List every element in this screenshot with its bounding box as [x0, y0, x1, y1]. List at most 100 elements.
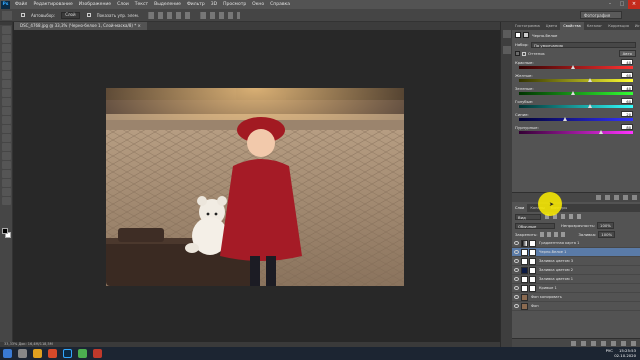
menu-3d[interactable]: 3D: [211, 0, 217, 9]
slider-value-input[interactable]: 60: [621, 72, 633, 78]
auto-button[interactable]: Авто: [618, 50, 636, 57]
visibility-icon[interactable]: [623, 195, 628, 200]
shape-tool-icon[interactable]: [2, 179, 11, 187]
folder-icon[interactable]: [611, 341, 616, 346]
layer-row[interactable]: Заливка цветом 2: [512, 266, 640, 275]
slider-value-input[interactable]: 60: [621, 98, 633, 104]
layer-kind-dropdown[interactable]: Вид: [515, 213, 541, 220]
slider-handle[interactable]: [562, 117, 567, 121]
document-tab[interactable]: DSC_4768.jpg @ 33,3% (Черно-белое 1, Сло…: [14, 22, 147, 30]
slider-track[interactable]: [519, 78, 633, 82]
reset-icon[interactable]: [614, 195, 619, 200]
slider-value-input[interactable]: 40: [621, 59, 633, 65]
eye-icon[interactable]: [514, 286, 519, 290]
type-tool-icon[interactable]: [2, 161, 11, 169]
layer-mask-thumbnail[interactable]: [529, 239, 536, 247]
trash-icon[interactable]: [631, 341, 636, 346]
preset-dropdown[interactable]: По умолчанию: [531, 41, 636, 48]
hand-tool-icon[interactable]: [2, 188, 11, 196]
tab-properties[interactable]: Свойства: [560, 22, 584, 30]
layer-row[interactable]: Градиентная карта 1: [512, 239, 640, 248]
slider-handle[interactable]: [587, 104, 592, 108]
clone-stamp-tool-icon[interactable]: [2, 98, 11, 106]
menu-edit[interactable]: Редактирование: [33, 0, 72, 9]
layer-row[interactable]: Черно-белое 1: [512, 248, 640, 257]
history-brush-tool-icon[interactable]: [2, 107, 11, 115]
layer-mask-thumbnail[interactable]: [529, 257, 536, 265]
maximize-icon[interactable]: □: [616, 0, 628, 9]
new-adjustment-icon[interactable]: [601, 341, 606, 346]
layer-mask-thumbnail[interactable]: [529, 284, 536, 292]
new-layer-icon[interactable]: [621, 341, 626, 346]
recorder-icon[interactable]: [93, 349, 102, 358]
close-icon[interactable]: ×: [628, 0, 640, 9]
autoselect-dropdown[interactable]: Слой: [61, 11, 80, 19]
slider-handle[interactable]: [570, 91, 575, 95]
menu-filter[interactable]: Фильтр: [187, 0, 205, 9]
actions-panel-icon[interactable]: [503, 46, 511, 54]
autoselect-checkbox[interactable]: [21, 13, 25, 17]
tab-history[interactable]: История: [632, 22, 640, 30]
link-icon[interactable]: [571, 341, 576, 346]
blend-mode-dropdown[interactable]: Обычные: [515, 222, 555, 229]
app-icon[interactable]: [78, 349, 87, 358]
trash-icon[interactable]: [632, 195, 637, 200]
language-indicator[interactable]: РУС: [606, 348, 613, 353]
layer-mask-thumbnail[interactable]: [529, 266, 536, 274]
minimize-icon[interactable]: –: [604, 0, 616, 9]
menu-image[interactable]: Изображение: [79, 0, 111, 9]
menu-window[interactable]: Окно: [252, 0, 264, 9]
slider-handle[interactable]: [570, 65, 575, 69]
eye-icon[interactable]: [514, 295, 519, 299]
layer-row[interactable]: Кривые 1: [512, 284, 640, 293]
opacity-input[interactable]: 100%: [597, 222, 614, 229]
tab-library[interactable]: Каталог: [584, 22, 605, 30]
add-mask-icon[interactable]: [591, 341, 596, 346]
eye-icon[interactable]: [514, 241, 519, 245]
history-panel-icon[interactable]: [503, 30, 511, 38]
eye-icon[interactable]: [514, 304, 519, 308]
workspace-dropdown[interactable]: Фотография: [580, 11, 622, 19]
fx-icon[interactable]: [581, 341, 586, 346]
show-controls-checkbox[interactable]: [86, 13, 91, 17]
zoom-tool-icon[interactable]: [2, 197, 11, 205]
align-icons[interactable]: [148, 11, 195, 19]
move-tool-icon[interactable]: [2, 10, 12, 20]
marquee-tool-icon[interactable]: [2, 35, 11, 43]
start-icon[interactable]: [3, 349, 12, 358]
layer-row[interactable]: Заливка цветом 1: [512, 275, 640, 284]
move-tool-icon[interactable]: [2, 26, 11, 34]
layer-row[interactable]: Заливка цветом 3: [512, 257, 640, 266]
slider-handle[interactable]: [599, 130, 604, 134]
brush-tool-icon[interactable]: [2, 89, 11, 97]
layer-row[interactable]: Фон: [512, 302, 640, 311]
mask-icon[interactable]: [523, 32, 529, 38]
document-image[interactable]: [106, 88, 404, 286]
photoshop-taskbar-icon[interactable]: [63, 349, 72, 358]
menu-select[interactable]: Выделение: [154, 0, 181, 9]
slider-track[interactable]: [519, 117, 633, 121]
pen-tool-icon[interactable]: [2, 152, 11, 160]
tab-colors[interactable]: Цвета: [543, 22, 560, 30]
browser-icon[interactable]: [48, 349, 57, 358]
menu-type[interactable]: Текст: [135, 0, 148, 9]
slider-track[interactable]: [519, 91, 633, 95]
eye-icon[interactable]: [514, 250, 519, 254]
slider-handle[interactable]: [587, 78, 592, 82]
menu-view[interactable]: Просмотр: [223, 0, 246, 9]
layer-mask-thumbnail[interactable]: [529, 275, 536, 283]
tab-layers[interactable]: Слои: [512, 204, 528, 212]
slider-value-input[interactable]: 20: [621, 111, 633, 117]
crop-tool-icon[interactable]: [2, 62, 11, 70]
tab-close-icon[interactable]: ×: [138, 23, 141, 28]
folder-icon[interactable]: [33, 349, 42, 358]
fill-input[interactable]: 100%: [598, 231, 616, 238]
tab-histogram[interactable]: Гистограмма: [512, 22, 543, 30]
hand-adjust-icon[interactable]: [515, 51, 520, 56]
lock-icons[interactable]: [540, 232, 567, 237]
eyedropper-tool-icon[interactable]: [2, 71, 11, 79]
explorer-icon[interactable]: [18, 349, 27, 358]
slider-track[interactable]: [519, 130, 633, 134]
dodge-tool-icon[interactable]: [2, 143, 11, 151]
healing-tool-icon[interactable]: [2, 80, 11, 88]
